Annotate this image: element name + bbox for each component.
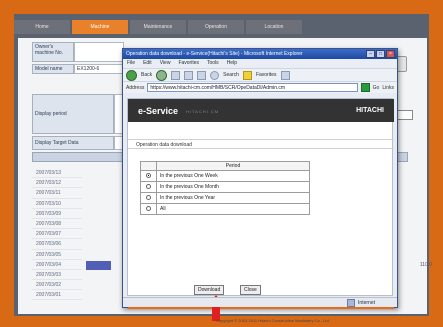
url-input[interactable]: https://www.hitachi-cm.com/HMB/SCR/OpeDa… (147, 83, 358, 92)
close-icon[interactable]: × (386, 50, 395, 58)
download-button[interactable]: Download (194, 285, 225, 295)
eservice-logo: e-Service (138, 106, 179, 116)
refresh-icon[interactable] (184, 70, 194, 80)
date-cell: 2007/03/06 (32, 239, 82, 250)
period-radio-week[interactable] (146, 172, 151, 178)
period-radio-year[interactable] (146, 194, 151, 200)
popup-title-bar: Operation data download - e-Service(Hita… (123, 49, 397, 59)
tab-machine[interactable]: Machine (72, 20, 128, 34)
date-cell: 2007/03/02 (32, 280, 82, 291)
table-row: In the previous One Week (140, 170, 310, 182)
menu-help[interactable]: Help (227, 60, 237, 67)
menu-edit[interactable]: Edit (143, 60, 152, 67)
menu-tools[interactable]: Tools (207, 60, 219, 67)
date-cell: 2007/03/10 (32, 199, 82, 209)
stop-icon[interactable] (171, 70, 181, 80)
period-option-label: In the previous One Year (156, 192, 310, 204)
tab-home[interactable]: Home (14, 20, 70, 34)
date-cell: 2007/03/11 (32, 188, 82, 199)
back-arrow-icon[interactable] (126, 69, 137, 81)
forward-arrow-icon[interactable] (156, 69, 168, 81)
status-bar: Internet (123, 297, 397, 307)
main-tabs: Home Machine Maintenance Operation Locat… (14, 20, 312, 36)
hitachi-logo: HITACHI (356, 107, 384, 114)
menu-view[interactable]: View (160, 60, 171, 67)
operation-bar (86, 261, 111, 270)
date-cell: 2007/03/01 (32, 290, 82, 301)
owner-label: Owner's machine No. (32, 42, 74, 62)
date-cell: 2007/03/09 (32, 209, 82, 219)
right-values: 110.0 (410, 260, 432, 270)
right-value-cell: 110.0 (419, 262, 432, 268)
model-label: Model name (32, 64, 74, 74)
tab-maintenance[interactable]: Maintenance (130, 20, 186, 34)
period-radio-all[interactable] (146, 205, 151, 211)
date-column: 2007/03/13 2007/03/12 2007/03/11 2007/03… (32, 168, 82, 301)
period-option-label: In the previous One Week (156, 170, 310, 182)
period-radio-month[interactable] (146, 183, 151, 189)
copyright-text: Copyright © 2003-2011 Hitachi Constructi… (216, 318, 330, 323)
go-label[interactable]: Go (373, 85, 380, 91)
history-icon[interactable] (280, 70, 290, 80)
date-cell: 2007/03/04 (32, 260, 82, 270)
browser-toolbar: Back Search Favorites (123, 68, 397, 81)
links-label[interactable]: Links (382, 85, 394, 91)
status-zone: Internet (358, 299, 375, 306)
tab-operation[interactable]: Operation (188, 20, 244, 34)
home-icon[interactable] (197, 70, 207, 80)
date-cell: 2007/03/12 (32, 178, 82, 189)
section-title: Operation data download (128, 139, 394, 149)
owner-field[interactable] (74, 42, 124, 62)
menu-bar: File Edit View Favorites Tools Help (123, 59, 397, 68)
menu-favorites[interactable]: Favorites (178, 60, 199, 67)
menu-file[interactable]: File (127, 60, 135, 67)
favorites-label[interactable]: Favorites (256, 72, 277, 78)
date-cell: 2007/03/13 (32, 168, 82, 179)
model-value: EX1200-6 (74, 64, 124, 74)
eservice-logo-sub: HITACHI CM (186, 109, 220, 114)
go-arrow-icon[interactable] (360, 83, 370, 92)
period-header-blank (140, 161, 157, 171)
date-cell: 2007/03/08 (32, 219, 82, 230)
close-button[interactable]: Close (240, 285, 261, 295)
search-label[interactable]: Search (223, 72, 239, 78)
period-option-label: All (156, 203, 310, 215)
period-table: Period In the previous One Week In the p… (140, 161, 310, 215)
table-row: In the previous One Month (140, 181, 310, 193)
eservice-banner: e-Service HITACHI CM HITACHI (128, 99, 394, 122)
orange-divider (128, 307, 394, 309)
maximize-icon[interactable]: □ (376, 50, 385, 58)
search-icon[interactable] (210, 70, 220, 80)
back-label[interactable]: Back (141, 72, 152, 78)
star-icon[interactable] (242, 70, 252, 80)
table-row: In the previous One Year (140, 192, 310, 204)
internet-zone-icon (347, 298, 356, 307)
table-row: All (140, 203, 310, 215)
address-label: Address (126, 84, 145, 91)
date-cell: 2007/03/05 (32, 250, 82, 260)
address-bar: Address https://www.hitachi-cm.com/HMB/S… (123, 81, 397, 93)
period-option-label: In the previous One Month (156, 181, 310, 193)
date-cell: 2007/03/03 (32, 270, 82, 281)
popup-content: e-Service HITACHI CM HITACHI Operation d… (127, 98, 394, 323)
minimize-icon[interactable]: – (366, 50, 375, 58)
display-period-label: Display period (32, 94, 114, 134)
popup-title: Operation data download - e-Service(Hita… (126, 51, 303, 57)
tab-location[interactable]: Location (246, 20, 302, 34)
download-popup-window: Operation data download - e-Service(Hita… (122, 48, 398, 323)
date-cell: 2007/03/07 (32, 229, 82, 240)
display-target-label: Display Target Data (32, 136, 114, 150)
period-header: Period (156, 161, 310, 171)
